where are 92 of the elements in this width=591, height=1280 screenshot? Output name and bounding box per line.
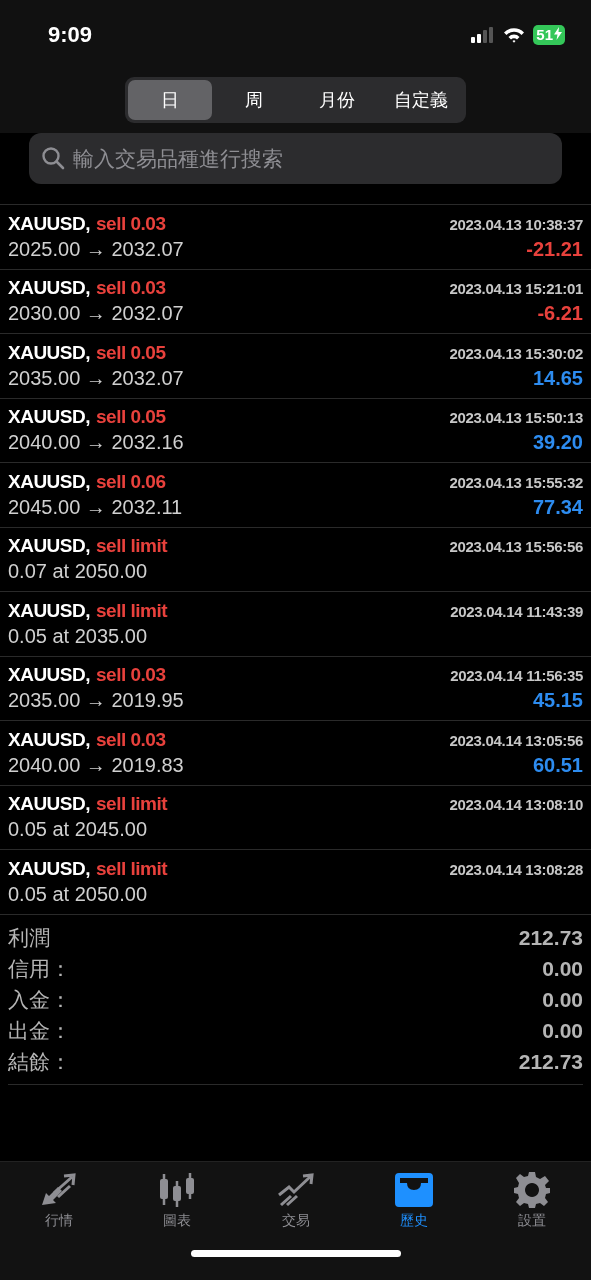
order-action: sell limit bbox=[96, 793, 168, 816]
period-segment[interactable]: 月份 bbox=[295, 80, 380, 120]
order-time: 2023.04.13 15:30:02 bbox=[449, 344, 583, 362]
order-prices: 2045.00 → 2032.11 bbox=[8, 495, 183, 519]
order-action: sell limit bbox=[96, 857, 168, 880]
order-row[interactable]: XAUUSD, sell 0.03 2023.04.14 11:56:35 2035.00 → 2019.95 45.15 bbox=[0, 656, 591, 721]
summary-label: 入金： bbox=[8, 987, 71, 1013]
battery-indicator: 51 bbox=[533, 25, 565, 45]
order-row[interactable]: XAUUSD, sell 0.05 2023.04.13 15:30:02 2035.00 → 2032.07 14.65 bbox=[0, 334, 591, 399]
summary-value: 212.73 bbox=[518, 926, 583, 950]
order-time: 2023.04.13 15:56:56 bbox=[449, 538, 583, 556]
summary-value: 0.00 bbox=[542, 957, 583, 981]
settings-icon bbox=[513, 1172, 550, 1208]
order-row[interactable]: XAUUSD, sell 0.06 2023.04.13 15:55:32 2045.00 → 2032.11 77.34 bbox=[0, 463, 591, 528]
order-row[interactable]: XAUUSD, sell 0.03 2023.04.13 10:38:37 2025.00 → 2032.07 -21.21 bbox=[0, 205, 591, 270]
order-prices: 2030.00 → 2032.07 bbox=[8, 302, 184, 326]
order-symbol: XAUUSD, bbox=[8, 664, 90, 687]
order-symbol: XAUUSD, bbox=[8, 277, 90, 300]
order-prices: 2040.00 → 2019.83 bbox=[8, 753, 184, 777]
period-segment[interactable]: 周 bbox=[211, 80, 296, 120]
order-profit: 45.15 bbox=[532, 689, 583, 713]
order-symbol: XAUUSD, bbox=[8, 728, 90, 751]
summary-label: 信用： bbox=[8, 956, 71, 982]
tab-item[interactable]: 歷史 bbox=[354, 1172, 473, 1230]
order-time: 2023.04.13 15:50:13 bbox=[449, 409, 583, 427]
order-row[interactable]: XAUUSD, sell 0.03 2023.04.13 15:21:01 2030.00 → 2032.07 -6.21 bbox=[0, 269, 591, 334]
summary-value: 0.00 bbox=[542, 1019, 583, 1043]
order-time: 2023.04.14 11:43:39 bbox=[450, 602, 583, 620]
order-symbol: XAUUSD, bbox=[8, 470, 90, 493]
summary-label: 結餘： bbox=[8, 1049, 71, 1075]
order-symbol: XAUUSD, bbox=[8, 212, 90, 235]
order-action: sell limit bbox=[96, 599, 168, 622]
order-profit: 77.34 bbox=[532, 495, 583, 519]
order-prices: 2040.00 → 2032.16 bbox=[8, 431, 184, 455]
order-symbol: XAUUSD, bbox=[8, 535, 90, 558]
order-time: 2023.04.13 15:55:32 bbox=[449, 473, 583, 491]
order-time: 2023.04.14 13:08:10 bbox=[449, 796, 583, 814]
summary-label: 利潤 bbox=[8, 925, 50, 951]
order-action: sell 0.06 bbox=[96, 470, 166, 493]
signal-icon bbox=[471, 27, 496, 43]
order-symbol: XAUUSD, bbox=[8, 406, 90, 429]
period-segment[interactable]: 日 bbox=[128, 80, 212, 120]
order-prices: 2025.00 → 2032.07 bbox=[8, 237, 184, 261]
order-prices: 0.07 at 2050.00 bbox=[8, 560, 147, 584]
order-action: sell 0.03 bbox=[96, 664, 166, 687]
order-prices: 0.05 at 2045.00 bbox=[8, 818, 147, 842]
order-time: 2023.04.14 11:56:35 bbox=[450, 667, 583, 685]
order-action: sell 0.03 bbox=[96, 212, 166, 235]
order-prices: 0.05 at 2035.00 bbox=[8, 624, 147, 648]
order-prices: 0.05 at 2050.00 bbox=[8, 882, 147, 906]
period-segment[interactable]: 自定義 bbox=[379, 80, 463, 120]
search-icon bbox=[41, 146, 65, 170]
order-symbol: XAUUSD, bbox=[8, 341, 90, 364]
tab-item[interactable]: 行情 bbox=[0, 1172, 119, 1230]
summary-label: 出金： bbox=[8, 1018, 71, 1044]
order-action: sell limit bbox=[96, 535, 168, 558]
order-time: 2023.04.13 10:38:37 bbox=[449, 215, 583, 233]
order-action: sell 0.05 bbox=[96, 406, 166, 429]
order-prices: 2035.00 → 2019.95 bbox=[8, 689, 184, 713]
inbox-tray-icon bbox=[394, 1172, 433, 1208]
order-row[interactable]: XAUUSD, sell limit 2023.04.14 13:08:10 0.05 at 2045.00 bbox=[0, 785, 591, 850]
order-row[interactable]: XAUUSD, sell limit 2023.04.14 11:43:39 0.05 at 2035.00 bbox=[0, 592, 591, 657]
order-profit: -21.21 bbox=[526, 237, 583, 261]
tab-item[interactable]: 交易 bbox=[236, 1172, 355, 1230]
order-action: sell 0.03 bbox=[96, 728, 166, 751]
order-row[interactable]: XAUUSD, sell 0.03 2023.04.14 13:05:56 2040.00 → 2019.83 60.51 bbox=[0, 721, 591, 786]
tab-item[interactable]: 設置 bbox=[472, 1172, 591, 1230]
order-row[interactable]: XAUUSD, sell 0.05 2023.04.13 15:50:13 2040.00 → 2032.16 39.20 bbox=[0, 398, 591, 463]
order-profit: 60.51 bbox=[532, 753, 583, 777]
order-prices: 2035.00 → 2032.07 bbox=[8, 366, 184, 390]
order-profit: 14.65 bbox=[532, 366, 583, 390]
trend-arrow-icon bbox=[276, 1172, 315, 1208]
order-symbol: XAUUSD, bbox=[8, 857, 90, 880]
summary-value: 212.73 bbox=[518, 1050, 583, 1074]
order-time: 2023.04.14 13:05:56 bbox=[449, 731, 583, 749]
order-profit: 39.20 bbox=[532, 431, 583, 455]
order-action: sell 0.03 bbox=[96, 277, 166, 300]
candlestick-icon bbox=[158, 1172, 197, 1208]
order-row[interactable]: XAUUSD, sell limit 2023.04.14 13:08:28 0.05 at 2050.00 bbox=[0, 850, 591, 915]
order-time: 2023.04.14 13:08:28 bbox=[449, 860, 583, 878]
order-row[interactable]: XAUUSD, sell limit 2023.04.13 15:56:56 0.07 at 2050.00 bbox=[0, 527, 591, 592]
tab-item[interactable]: 圖表 bbox=[118, 1172, 237, 1230]
status-time: 9:09 bbox=[48, 22, 93, 48]
order-time: 2023.04.13 15:21:01 bbox=[449, 280, 583, 298]
order-symbol: XAUUSD, bbox=[8, 793, 90, 816]
wifi-icon bbox=[503, 27, 526, 43]
summary-value: 0.00 bbox=[542, 988, 583, 1012]
order-symbol: XAUUSD, bbox=[8, 599, 90, 622]
diagonal-arrows-icon bbox=[40, 1172, 79, 1208]
order-action: sell 0.05 bbox=[96, 341, 166, 364]
search-field[interactable]: 輸入交易品種進行搜索 bbox=[29, 133, 562, 184]
order-profit: -6.21 bbox=[537, 302, 583, 326]
